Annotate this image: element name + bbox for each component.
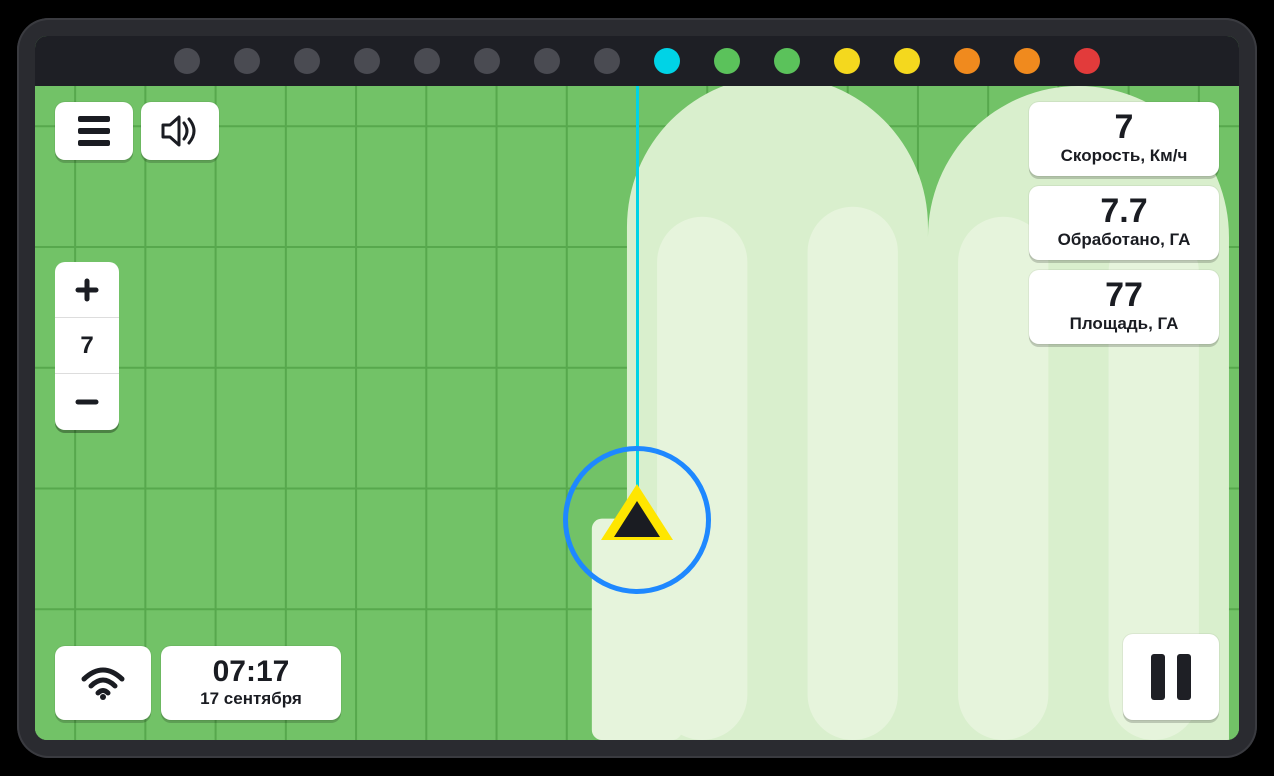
stat-area-value: 77 [1070, 278, 1179, 312]
lightbar-led-1 [234, 48, 260, 74]
lightbar-led-10 [774, 48, 800, 74]
stat-speed-value: 7 [1061, 110, 1188, 144]
plus-icon [75, 278, 99, 302]
zoom-controls: 7 [55, 262, 119, 430]
minus-icon [75, 390, 99, 414]
lightbar-led-0 [174, 48, 200, 74]
lightbar-led-9 [714, 48, 740, 74]
lightbar-led-5 [474, 48, 500, 74]
lightbar-led-14 [1014, 48, 1040, 74]
menu-button[interactable] [55, 102, 133, 160]
stat-area-label: Площадь, ГА [1070, 314, 1179, 334]
clock-panel[interactable]: 07:17 17 сентября [161, 646, 341, 720]
pause-icon [1151, 654, 1191, 700]
device-frame: 7 07:17 17 сентября [17, 18, 1257, 758]
lightbar [35, 36, 1239, 86]
stat-worked-value: 7.7 [1058, 194, 1191, 228]
lightbar-led-7 [594, 48, 620, 74]
screen: 7 07:17 17 сентября [35, 36, 1239, 740]
lightbar-led-11 [834, 48, 860, 74]
lightbar-led-12 [894, 48, 920, 74]
stat-speed[interactable]: 7 Скорость, Км/ч [1029, 102, 1219, 176]
sound-button[interactable] [141, 102, 219, 160]
lightbar-led-2 [294, 48, 320, 74]
lightbar-led-3 [354, 48, 380, 74]
menu-icon [78, 116, 110, 146]
speaker-icon [160, 114, 200, 148]
lightbar-led-13 [954, 48, 980, 74]
lightbar-led-4 [414, 48, 440, 74]
stat-area[interactable]: 77 Площадь, ГА [1029, 270, 1219, 344]
zoom-level: 7 [55, 318, 119, 374]
zoom-out-button[interactable] [55, 374, 119, 430]
stat-worked[interactable]: 7.7 Обработано, ГА [1029, 186, 1219, 260]
lightbar-led-15 [1074, 48, 1100, 74]
clock-date: 17 сентября [200, 689, 302, 709]
wifi-icon [80, 665, 126, 701]
zoom-level-value: 7 [80, 332, 93, 360]
stat-speed-label: Скорость, Км/ч [1061, 146, 1188, 166]
pause-button[interactable] [1123, 634, 1219, 720]
lightbar-led-8 [654, 48, 680, 74]
stat-worked-label: Обработано, ГА [1058, 230, 1191, 250]
zoom-in-button[interactable] [55, 262, 119, 318]
lightbar-led-6 [534, 48, 560, 74]
wifi-button[interactable] [55, 646, 151, 720]
clock-time: 07:17 [213, 657, 290, 687]
